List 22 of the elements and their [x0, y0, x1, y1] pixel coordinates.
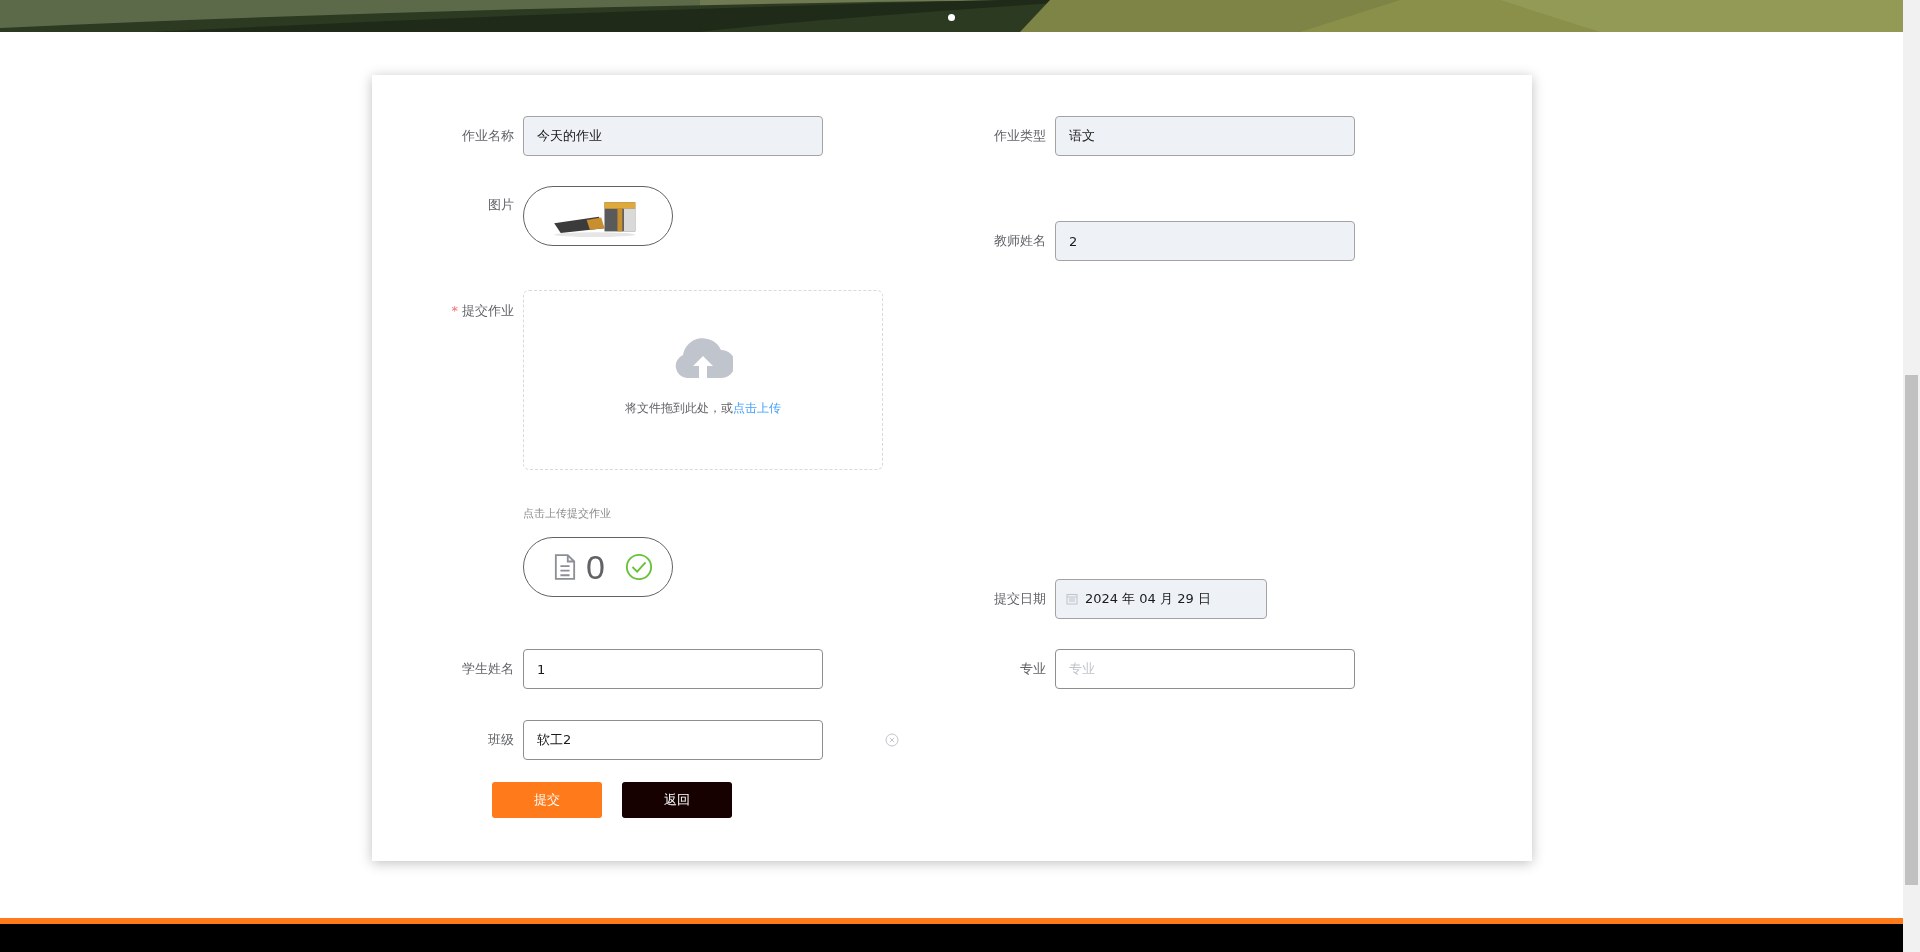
field-label: 图片 — [487, 196, 515, 214]
clear-icon[interactable] — [885, 733, 899, 747]
required-mark: * — [451, 303, 458, 318]
document-icon — [554, 553, 576, 581]
upload-hint: 将文件拖到此处，或点击上传 — [625, 400, 781, 417]
field-label: 学生姓名 — [461, 660, 515, 678]
upload-tip: 点击上传提交作业 — [523, 506, 612, 521]
input-field[interactable]: 软工2 — [523, 720, 823, 760]
field-label: 提交作业 — [462, 303, 514, 318]
input-field[interactable]: 1 — [523, 649, 823, 689]
calendar-icon — [1066, 593, 1078, 605]
form-button[interactable]: 返回 — [622, 782, 732, 818]
field-label: 专业 — [1019, 660, 1047, 678]
field-label: 教师姓名 — [993, 232, 1047, 250]
upload-dropzone[interactable]: 将文件拖到此处，或点击上传 — [523, 290, 883, 470]
field-label: 作业类型 — [993, 127, 1047, 145]
field-label: 提交日期 — [993, 590, 1047, 608]
scrollbar[interactable] — [1903, 0, 1920, 952]
field-label: 作业名称 — [461, 127, 515, 145]
field-label: 班级 — [487, 731, 515, 749]
file-count: 0 — [586, 547, 605, 587]
carousel-dot[interactable] — [948, 14, 955, 21]
